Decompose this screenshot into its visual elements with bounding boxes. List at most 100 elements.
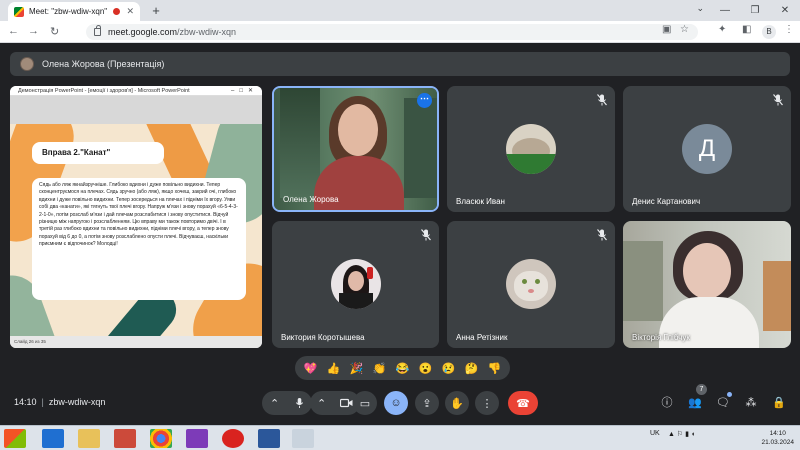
start-button[interactable]: [4, 429, 26, 448]
browser-toolbar: ← → ↻ meet.google.com/zbw-wdiw-xqn ▣ ☆ ✦…: [0, 21, 800, 43]
shared-screen[interactable]: Демонстрація PowerPoint - [емоції і здор…: [10, 86, 262, 348]
participant-name: Анна Ретізник: [456, 333, 508, 342]
activities-icon[interactable]: ⁂: [744, 396, 758, 410]
browser-menu-icon[interactable]: ⋮: [784, 24, 794, 35]
present-button[interactable]: ⇪: [415, 391, 439, 415]
ppt-window-controls-icon: –□✕: [231, 88, 258, 94]
slide-heading: Вправа 2."Канат": [32, 142, 164, 164]
raise-hand-button[interactable]: ✋: [445, 391, 469, 415]
minimize-icon[interactable]: —: [710, 0, 740, 21]
ppt-toolbar-area: [10, 96, 262, 124]
bookmark-star-icon[interactable]: ☆: [680, 24, 689, 35]
reaction-clap-icon[interactable]: 👏: [368, 362, 391, 375]
mic-icon: [296, 398, 304, 408]
more-options-icon[interactable]: ⋯: [417, 93, 432, 108]
present-screen-icon: ⇪: [422, 397, 432, 410]
url-path: /zbw-wdiw-xqn: [177, 27, 237, 37]
ppt-window-title: Демонстрація PowerPoint - [емоції і здор…: [10, 86, 262, 96]
browser-tab-meet[interactable]: Meet: "zbw-wdiw-xqn" ✕: [8, 2, 140, 21]
close-window-icon[interactable]: ✕: [770, 0, 800, 21]
participant-tile[interactable]: Власюк Иван: [447, 86, 615, 212]
participant-tile[interactable]: Анна Ретізник: [447, 221, 615, 348]
profile-avatar[interactable]: B: [762, 25, 776, 39]
ppt-window-title-text: Демонстрація PowerPoint - [емоції і здор…: [18, 88, 190, 94]
chrome-icon[interactable]: [150, 429, 172, 448]
participant-tile[interactable]: Виктория Коротышева: [272, 221, 439, 348]
tab-search-icon[interactable]: ⌄: [696, 3, 704, 14]
mic-muted-icon: [597, 94, 607, 106]
reaction-thumbs-up-icon[interactable]: 👍: [322, 362, 345, 375]
maximize-icon[interactable]: ❐: [740, 0, 770, 21]
reaction-thumbs-down-icon[interactable]: 👎: [483, 362, 506, 375]
side-panel-icon[interactable]: ◧: [742, 24, 751, 35]
hand-icon: ✋: [450, 397, 464, 410]
more-vert-icon: ⋮: [481, 397, 493, 410]
meeting-info: 14:10 | zbw-wdiw-xqn: [14, 397, 106, 407]
tray-icons[interactable]: ▲ ⚐ ▮ ◖: [668, 430, 695, 438]
media-player-icon[interactable]: [114, 429, 136, 448]
presenter-avatar: [20, 57, 34, 71]
opera-icon[interactable]: [222, 429, 244, 448]
word-icon[interactable]: [258, 429, 280, 448]
viber-icon[interactable]: [186, 429, 208, 448]
back-icon[interactable]: ←: [8, 25, 19, 37]
participant-name: Виктория Коротышева: [281, 333, 365, 342]
chat-icon[interactable]: 🗨: [716, 396, 730, 410]
chevron-up-icon[interactable]: ⌃: [270, 397, 279, 410]
more-options-button[interactable]: ⋮: [475, 391, 499, 415]
taskbar-app-icon[interactable]: [292, 429, 314, 448]
participant-avatar: [331, 259, 381, 309]
address-bar[interactable]: meet.google.com/zbw-wdiw-xqn: [86, 24, 698, 40]
keyboard-language[interactable]: UK: [650, 430, 660, 437]
camera-icon: [340, 398, 353, 408]
chat-notification-dot: [727, 392, 732, 397]
window-controls: — ❐ ✕: [710, 0, 800, 21]
presenter-bar: Олена Жорова (Презентація): [10, 52, 790, 76]
mic-muted-icon: [773, 94, 783, 106]
clock-time: 14:10: [769, 430, 786, 437]
internet-explorer-icon[interactable]: [42, 429, 64, 448]
tab-title: Meet: "zbw-wdiw-xqn": [29, 7, 108, 16]
microphone-button[interactable]: ⌃: [262, 391, 312, 415]
participant-video: [274, 88, 437, 210]
forward-icon[interactable]: →: [28, 25, 39, 37]
host-controls-icon[interactable]: 🔒: [772, 396, 786, 410]
chevron-up-icon[interactable]: ⌃: [317, 397, 326, 410]
system-clock[interactable]: 14:10 21.03.2024: [761, 429, 794, 447]
leave-call-button[interactable]: ☎: [508, 391, 538, 415]
reaction-party-icon[interactable]: 🎉: [345, 362, 368, 375]
meeting-time: 14:10: [14, 397, 37, 407]
mic-muted-icon: [421, 229, 431, 241]
reaction-heart-icon[interactable]: 💖: [299, 362, 322, 375]
camera-in-use-icon[interactable]: ▣: [662, 24, 671, 35]
reaction-sad-icon[interactable]: 😢: [437, 362, 460, 375]
participant-count-badge: 7: [696, 384, 707, 395]
reaction-thinking-icon[interactable]: 🤔: [460, 362, 483, 375]
extensions-icon[interactable]: ✦: [718, 24, 726, 35]
close-tab-icon[interactable]: ✕: [126, 6, 134, 17]
participant-avatar: [506, 124, 556, 174]
captions-button[interactable]: ▭: [353, 391, 377, 415]
reactions-bar: 💖 👍 🎉 👏 😂 😮 😢 🤔 👎: [295, 356, 510, 380]
meeting-details-icon[interactable]: ⓘ: [660, 396, 674, 410]
people-icon[interactable]: 👥: [688, 396, 702, 410]
reaction-surprised-icon[interactable]: 😮: [414, 362, 437, 375]
smiley-icon: ☺: [390, 397, 402, 409]
slide: Вправа 2."Канат" Сядь або ляж якнайзручн…: [10, 124, 262, 336]
reaction-laugh-icon[interactable]: 😂: [391, 362, 414, 375]
participant-name: Олена Жорова: [283, 195, 339, 204]
reload-icon[interactable]: ↻: [50, 25, 59, 38]
captions-icon: ▭: [359, 397, 371, 410]
participant-name: Власюк Иван: [456, 197, 505, 206]
file-explorer-icon[interactable]: [78, 429, 100, 448]
browser-tab-strip: Meet: "zbw-wdiw-xqn" ✕ + ⌄ — ❐ ✕: [0, 0, 800, 21]
participant-tile[interactable]: Вікторія Глібчук: [623, 221, 791, 348]
participant-avatar: [506, 259, 556, 309]
participant-name: Вікторія Глібчук: [632, 333, 690, 342]
emoji-reactions-button[interactable]: ☺: [384, 391, 408, 415]
new-tab-button[interactable]: +: [148, 3, 164, 19]
participant-avatar: Д: [682, 124, 732, 174]
windows-taskbar: UK ▲ ⚐ ▮ ◖ 14:10 21.03.2024: [0, 425, 800, 450]
participant-tile[interactable]: Д Денис Картанович: [623, 86, 791, 212]
participant-tile[interactable]: ⋯ Олена Жорова: [272, 86, 439, 212]
